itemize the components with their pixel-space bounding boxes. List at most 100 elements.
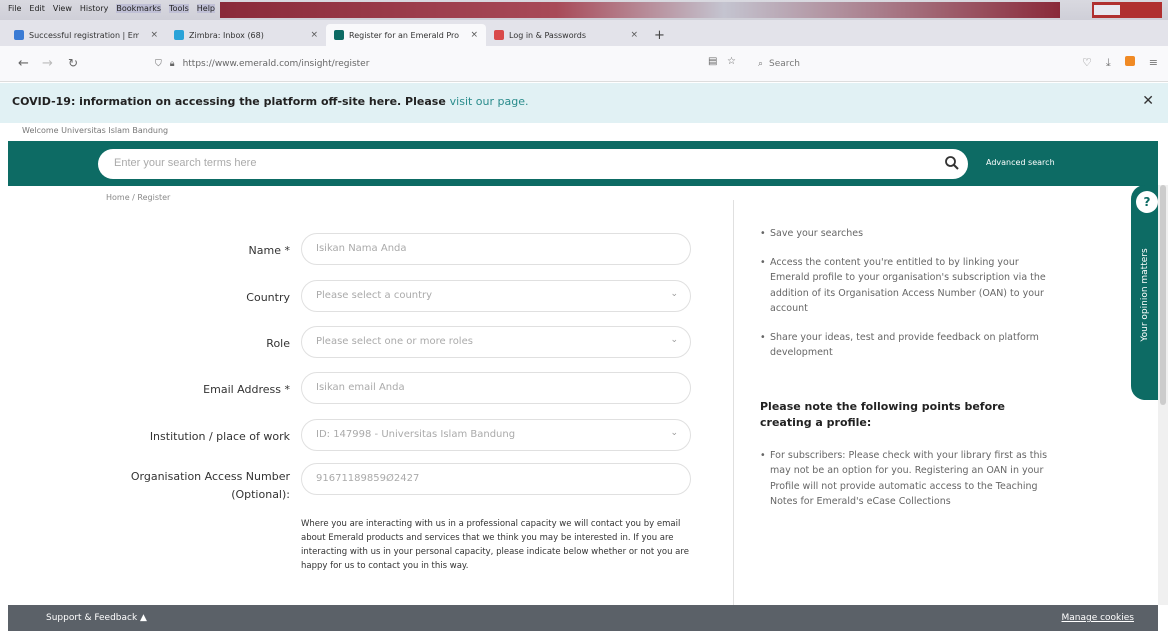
scrollbar[interactable] — [1158, 185, 1168, 605]
note-list: For subscribers: Please check with your … — [760, 448, 1060, 510]
breadcrumb[interactable]: Home / Register — [106, 193, 170, 202]
tab-label[interactable]: Zimbra: Inbox (68) — [189, 31, 264, 40]
url-text[interactable]: https://www.emerald.com/insight/register — [183, 59, 370, 69]
name-field[interactable]: Isikan Nama Anda — [301, 233, 691, 265]
reload-icon[interactable]: ↻ — [68, 56, 78, 70]
chevron-down-icon: ⌄ — [670, 289, 678, 299]
name-placeholder: Isikan Nama Anda — [316, 243, 407, 254]
tab-bar: Successful registration | Emera×Zimbra: … — [0, 20, 1168, 46]
search-icon[interactable] — [944, 155, 960, 171]
institution-select[interactable]: ID: 147998 - Universitas Islam Bandung ⌄ — [301, 419, 691, 451]
note-heading: Please note the following points before … — [760, 399, 1006, 429]
minimize-button[interactable] — [1094, 5, 1120, 15]
browser-tab[interactable]: Register for an Emerald Profile × — [326, 24, 486, 46]
menu-items: File Edit View History Bookmarks Tools Help — [8, 4, 216, 13]
forward-icon[interactable]: → — [42, 56, 53, 71]
window-title-bar — [220, 2, 1060, 18]
chevron-down-icon: ⌄ — [670, 428, 678, 438]
shield-icon[interactable]: ⛉ — [155, 59, 162, 69]
browser-search-placeholder: Search — [769, 59, 800, 69]
support-feedback-button[interactable]: Support & Feedback ▲ — [46, 613, 147, 623]
navigation-bar: ← → ↻ ⛉ 🔒︎ https://www.emerald.com/insig… — [0, 46, 1168, 82]
feedback-label[interactable]: Your opinion matters — [1140, 220, 1150, 370]
browser-tab[interactable]: Zimbra: Inbox (68) × — [166, 24, 326, 46]
help-icon[interactable]: ? — [1136, 191, 1158, 213]
chevron-down-icon: ⌄ — [670, 335, 678, 345]
oan-label-line-2: (Optional): — [231, 488, 290, 501]
menu-item-view[interactable]: View — [53, 4, 72, 13]
visit-page-link[interactable]: visit our page. — [450, 95, 529, 108]
search-band: Advanced search — [8, 141, 1158, 186]
downloads-icon[interactable]: ⤓ — [1106, 56, 1111, 70]
role-select[interactable]: Please select one or more roles ⌄ — [301, 326, 691, 358]
oan-label-line-1: Organisation Access Number — [130, 470, 290, 483]
menu-item-history[interactable]: History — [80, 4, 108, 13]
covid-text: COVID-19: information on accessing the p… — [12, 95, 446, 108]
bookmark-star-icon[interactable]: ☆ — [727, 56, 736, 67]
tab-favicon-icon — [14, 30, 24, 40]
site-search-input[interactable] — [114, 157, 914, 169]
advanced-search-link[interactable]: Advanced search — [986, 158, 1055, 167]
oan-field[interactable]: 91671189859Ø2427 — [301, 463, 691, 495]
search-icon: ⌕ — [758, 59, 764, 69]
email-field[interactable]: Isikan email Anda — [301, 372, 691, 404]
close-icon[interactable]: ✕ — [1142, 93, 1154, 109]
menu-item-file[interactable]: File — [8, 4, 21, 13]
lock-icon[interactable]: 🔒︎ — [170, 59, 175, 69]
list-item: Save your searches — [760, 226, 1060, 242]
tab-favicon-icon — [334, 30, 344, 40]
consent-text: Where you are interacting with us in a p… — [301, 519, 689, 571]
institution-value: ID: 147998 - Universitas Islam Bandung — [316, 429, 516, 440]
browser-tab[interactable]: Successful registration | Emera × — [6, 24, 166, 46]
tab-label[interactable]: Register for an Emerald Profile — [349, 31, 459, 40]
menu-icon[interactable]: ≡ — [1149, 56, 1158, 70]
institution-label: Institution / place of work — [149, 430, 290, 443]
country-label: Country — [246, 291, 290, 304]
oan-value: 91671189859Ø2427 — [316, 473, 420, 484]
country-value: Please select a country — [316, 290, 433, 301]
menu-item-edit[interactable]: Edit — [29, 4, 45, 13]
tab-close-icon[interactable]: × — [150, 30, 158, 40]
covid-banner: COVID-19: information on accessing the p… — [0, 83, 1168, 123]
tab-favicon-icon — [174, 30, 184, 40]
tab-close-icon[interactable]: × — [310, 30, 318, 40]
name-label: Name * — [248, 244, 290, 257]
pocket-icon[interactable]: ♡ — [1082, 56, 1092, 70]
menu-item-bookmarks[interactable]: Bookmarks — [116, 4, 162, 13]
role-label: Role — [266, 337, 290, 350]
browser-search-field[interactable]: ⌕ Search — [758, 54, 988, 74]
email-placeholder: Isikan email Anda — [316, 382, 405, 393]
profile-benefits: Save your searches Access the content you… — [760, 226, 1060, 523]
tab-label[interactable]: Log in & Passwords — [509, 31, 586, 40]
footer-bar: Support & Feedback ▲ Manage cookies — [8, 605, 1158, 631]
scrollbar-thumb[interactable] — [1160, 185, 1166, 405]
toolbar-icons: ♡ ⤓ ≡ — [1082, 56, 1158, 70]
menu-item-help[interactable]: Help — [196, 4, 216, 13]
list-item: For subscribers: Please check with your … — [760, 448, 1060, 510]
site-search-box[interactable] — [98, 149, 968, 179]
manage-cookies-link[interactable]: Manage cookies — [1061, 613, 1134, 623]
tab-label[interactable]: Successful registration | Emera — [29, 31, 139, 40]
tab-close-icon[interactable]: × — [630, 30, 638, 40]
country-select[interactable]: Please select a country ⌄ — [301, 280, 691, 312]
welcome-text: Welcome Universitas Islam Bandung — [22, 126, 169, 135]
list-item: Share your ideas, test and provide feedb… — [760, 330, 1060, 361]
role-value: Please select one or more roles — [316, 336, 473, 347]
oan-label: Organisation Access Number (Optional): — [90, 468, 290, 504]
browser-tab[interactable]: Log in & Passwords × — [486, 24, 646, 46]
email-label: Email Address * — [203, 383, 290, 396]
account-icon[interactable] — [1124, 56, 1135, 70]
tab-favicon-icon — [494, 30, 504, 40]
column-divider — [733, 200, 734, 610]
window-controls[interactable] — [1092, 2, 1162, 18]
browser-menubar: File Edit View History Bookmarks Tools Help — [0, 0, 1168, 20]
covid-message: COVID-19: information on accessing the p… — [12, 95, 529, 108]
url-bar[interactable]: ⛉ 🔒︎ https://www.emerald.com/insight/reg… — [155, 54, 725, 74]
tab-close-icon[interactable]: × — [470, 30, 478, 40]
reader-view-icon[interactable]: ▤ — [708, 56, 717, 67]
back-icon[interactable]: ← — [18, 56, 29, 71]
list-item: Access the content you're entitled to by… — [760, 255, 1060, 317]
new-tab-button[interactable]: + — [646, 24, 673, 46]
benefits-list: Save your searches Access the content you… — [760, 226, 1060, 361]
menu-item-tools[interactable]: Tools — [169, 4, 189, 13]
